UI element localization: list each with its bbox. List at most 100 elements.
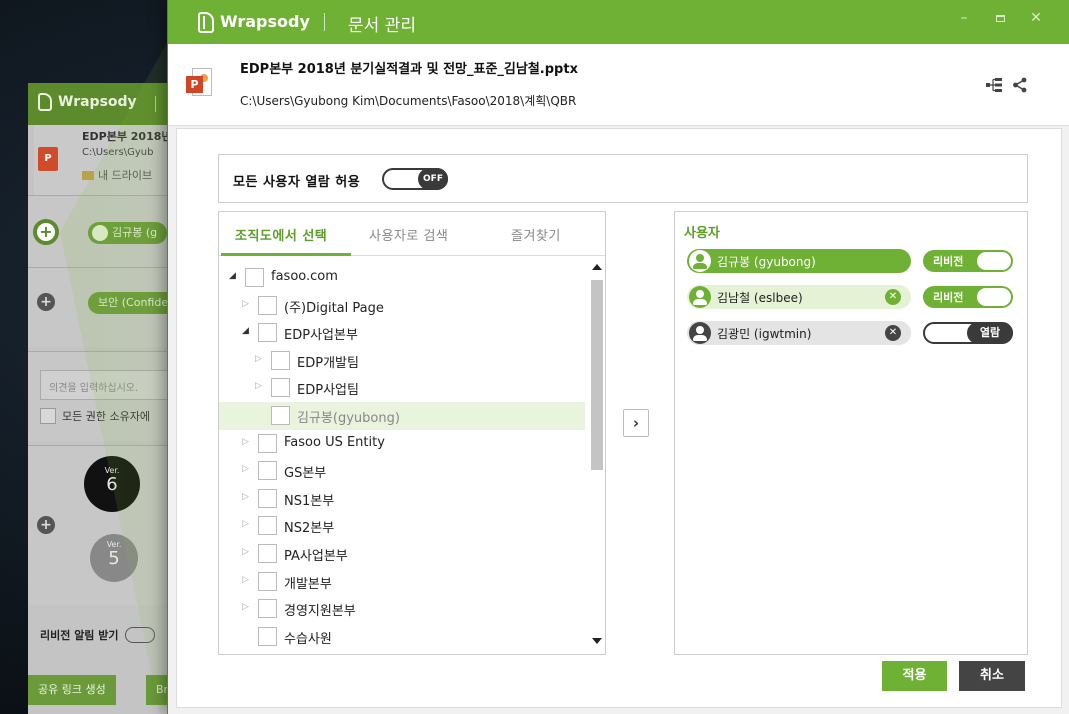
user-picker-panel: 조직도에서 선택 사용자로 검색 즐겨찾기 ◢ fasoo.com ▷ (주)Digi… — [218, 211, 606, 655]
expand-arrow-icon[interactable]: ▷ — [242, 575, 252, 585]
add-owner-plus-icon[interactable]: + — [33, 219, 59, 245]
allow-all-section: 모든 사용자 열람 허용 OFF — [218, 154, 1028, 203]
version-number: 6 — [106, 474, 118, 495]
user-row: 김광민 (igwtmin) ✕ 열람 — [687, 321, 1017, 347]
file-path: C:\Users\Gyubong Kim\Documents\Fasoo\201… — [240, 94, 577, 108]
tree-label: 수습사원 — [284, 631, 332, 647]
allow-all-toggle[interactable]: OFF — [382, 168, 448, 190]
tree-checkbox[interactable] — [258, 461, 277, 481]
remove-user-icon[interactable]: ✕ — [885, 325, 901, 341]
tree-label: Fasoo US Entity — [284, 434, 385, 450]
revision-alert-toggle[interactable] — [124, 627, 155, 643]
permission-toggle[interactable]: 리비전 — [923, 286, 1013, 308]
toggle-knob — [977, 252, 1011, 270]
tree-label: PA사업본부 — [284, 549, 348, 564]
titlebar: Wrapsody 문서 관리 – ✕ — [168, 0, 1069, 44]
cancel-button[interactable]: 취소 — [959, 661, 1025, 691]
share-icon[interactable] — [1012, 77, 1028, 93]
permission-toggle[interactable]: 열람 — [923, 322, 1013, 344]
maximize-button[interactable] — [990, 8, 1010, 28]
collapse-arrow-icon[interactable]: ◢ — [242, 326, 252, 336]
expand-arrow-icon[interactable]: ▷ — [242, 602, 252, 612]
tree-checkbox[interactable] — [271, 406, 290, 425]
tree-row[interactable]: ◢ EDP사업본부 — [219, 319, 585, 347]
tree-checkbox[interactable] — [258, 516, 277, 536]
tree-label: fasoo.com — [271, 269, 338, 284]
checkbox-icon[interactable] — [40, 408, 56, 424]
expand-arrow-icon[interactable]: ▷ — [242, 547, 252, 557]
tree-checkbox[interactable] — [258, 323, 277, 343]
minimize-button[interactable]: – — [954, 8, 974, 28]
selected-users-panel: 사용자 김규봉 (gyubong) 리비전 김남철 (eslbee) ✕ 리비전 김광민 … — [674, 211, 1028, 655]
add-security-plus-icon[interactable]: + — [37, 293, 55, 311]
background-owner-chip-label: 김규봉 (g — [112, 226, 158, 239]
user-chip[interactable]: 김남철 (eslbee) ✕ — [687, 285, 911, 309]
background-folder[interactable]: 내 드라이브 — [82, 167, 152, 183]
tree-checkbox[interactable] — [258, 599, 277, 619]
tree-checkbox[interactable] — [258, 295, 277, 315]
tree-row[interactable]: ▷ EDP개발팀 — [219, 347, 585, 375]
tree-checkbox[interactable] — [271, 378, 290, 398]
tab-favorites[interactable]: 즐겨찾기 — [511, 225, 561, 244]
tree-checkbox[interactable] — [258, 488, 277, 508]
background-window: Wrapsody P EDP본부 2018년 C:\Users\Gyub 내 드… — [28, 83, 188, 714]
permission-toggle[interactable]: 리비전 — [923, 250, 1013, 272]
background-owner-chip[interactable]: 김규봉 (g — [88, 222, 168, 244]
tree-checkbox[interactable] — [258, 571, 277, 591]
remove-user-icon[interactable]: ✕ — [885, 289, 901, 305]
scroll-up-icon[interactable] — [592, 264, 602, 270]
expand-arrow-icon[interactable]: ▷ — [242, 492, 252, 502]
background-security-chip[interactable]: 보안 (Confide — [88, 292, 179, 314]
tree-row[interactable]: ▷ GS본부 — [219, 457, 585, 485]
expand-arrow-icon[interactable]: ▷ — [255, 381, 265, 391]
tree-row[interactable]: 김규봉(gyubong) — [219, 402, 585, 430]
tree-scrollbar[interactable] — [589, 256, 605, 654]
tree-row[interactable]: ▷ (주)Digital Page — [219, 292, 585, 320]
background-bottom-bar: 리비전 알림 받기 공유 링크 생성 Bra — [28, 613, 188, 714]
tree-row[interactable]: ▷ PA사업본부 — [219, 540, 585, 568]
allow-all-label: 모든 사용자 열람 허용 — [233, 175, 361, 190]
tree-row[interactable]: 수습사원 — [219, 623, 585, 651]
tree-checkbox[interactable] — [271, 350, 290, 370]
expand-arrow-icon[interactable]: ▷ — [242, 437, 252, 447]
add-version-plus-icon[interactable]: + — [37, 516, 55, 534]
tab-org-chart[interactable]: 조직도에서 선택 — [235, 225, 327, 244]
tree-row[interactable]: ▷ 경영지원본부 — [219, 595, 585, 623]
expand-arrow-icon[interactable]: ▷ — [242, 299, 252, 309]
tree-row[interactable]: ▷ EDP사업팀 — [219, 374, 585, 402]
add-selected-button[interactable]: › — [623, 409, 649, 437]
background-security-chip-label: 보안 (Confide — [98, 296, 169, 309]
tree-row[interactable]: ▷ Fasoo US Entity — [219, 430, 585, 458]
share-link-button[interactable]: 공유 링크 생성 — [28, 675, 116, 705]
user-row: 김남철 (eslbee) ✕ 리비전 — [687, 285, 1017, 311]
tree-label: EDP개발팀 — [297, 355, 359, 371]
tree-label: GS본부 — [284, 466, 327, 482]
file-header: P EDP본부 2018년 분기실적결과 및 전망_표준_김남철.pptx C:… — [168, 44, 1069, 126]
tree-row[interactable]: ▷ 개발본부 — [219, 568, 585, 596]
user-chip[interactable]: 김광민 (igwtmin) ✕ — [687, 321, 911, 345]
tree-checkbox[interactable] — [258, 544, 277, 563]
org-tree-icon[interactable] — [986, 78, 1002, 92]
version-6-circle[interactable]: Ver. 6 — [84, 456, 140, 512]
scroll-thumb[interactable] — [591, 280, 603, 470]
expand-arrow-icon[interactable]: ▷ — [242, 519, 252, 529]
tree-checkbox[interactable] — [245, 268, 264, 287]
tree-checkbox[interactable] — [258, 433, 277, 453]
user-row: 김규봉 (gyubong) 리비전 — [687, 249, 1017, 275]
apply-button[interactable]: 적용 — [882, 661, 947, 691]
tree-row[interactable]: ▷ NS1본부 — [219, 485, 585, 513]
tree-row[interactable]: ◢ fasoo.com — [219, 264, 585, 292]
collapse-arrow-icon[interactable]: ◢ — [229, 271, 239, 281]
expand-arrow-icon[interactable]: ▷ — [255, 354, 265, 364]
background-comment-input[interactable]: 의견을 입력하십시오. — [40, 370, 188, 400]
tree-row[interactable]: ▷ NS2본부 — [219, 512, 585, 540]
user-chip[interactable]: 김규봉 (gyubong) — [687, 249, 911, 273]
org-tree: ◢ fasoo.com ▷ (주)Digital Page ◢ EDP사업본부 ▷ EDP개발… — [219, 256, 589, 654]
tab-search-user[interactable]: 사용자로 검색 — [369, 225, 448, 244]
scroll-down-icon[interactable] — [592, 638, 602, 644]
version-5-circle[interactable]: Ver. 5 — [90, 534, 138, 582]
background-notify-checkbox[interactable]: 모든 권한 소유자에 — [40, 408, 150, 424]
expand-arrow-icon[interactable]: ▷ — [242, 464, 252, 474]
close-button[interactable]: ✕ — [1026, 8, 1046, 28]
tree-checkbox[interactable] — [258, 626, 277, 646]
